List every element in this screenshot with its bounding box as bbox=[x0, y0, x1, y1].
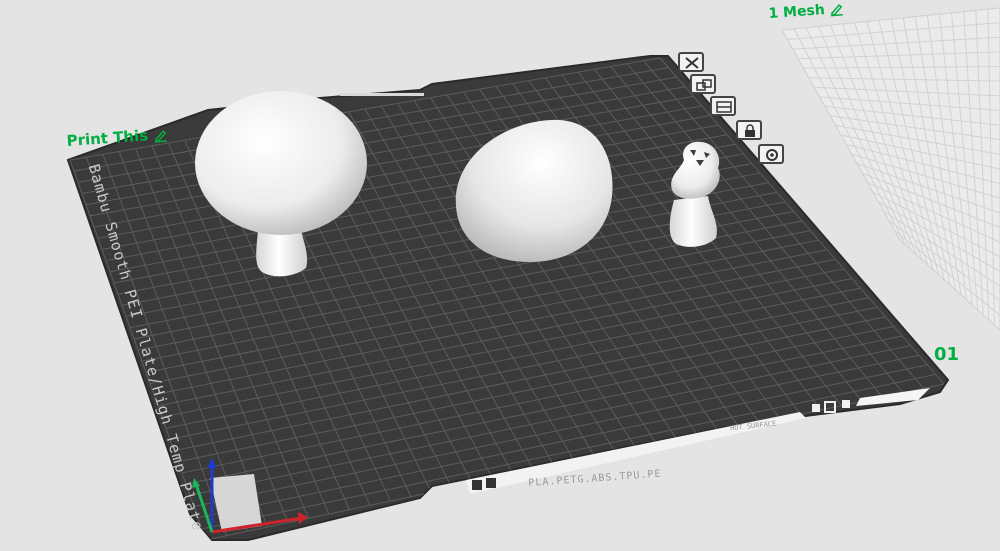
bed-qr-icon bbox=[486, 478, 496, 488]
arrange-icon bbox=[696, 79, 712, 91]
lock-icon bbox=[745, 124, 755, 137]
3d-viewport[interactable] bbox=[0, 0, 1000, 551]
gear-icon bbox=[766, 149, 778, 161]
bed-notch bbox=[340, 93, 424, 96]
build-plate[interactable] bbox=[66, 55, 950, 541]
edit-icon[interactable] bbox=[829, 2, 844, 17]
close-icon bbox=[685, 57, 699, 69]
delete-plate-button[interactable] bbox=[678, 52, 704, 72]
lock-plate-button[interactable] bbox=[736, 120, 762, 140]
edit-icon[interactable] bbox=[153, 127, 168, 143]
orient-icon bbox=[716, 101, 732, 113]
bed-qr-icon bbox=[472, 480, 482, 490]
orient-button[interactable] bbox=[710, 96, 736, 116]
plate-number[interactable]: 01 bbox=[934, 344, 959, 365]
plate-settings-button[interactable] bbox=[758, 144, 784, 164]
arrange-button[interactable] bbox=[690, 74, 716, 94]
